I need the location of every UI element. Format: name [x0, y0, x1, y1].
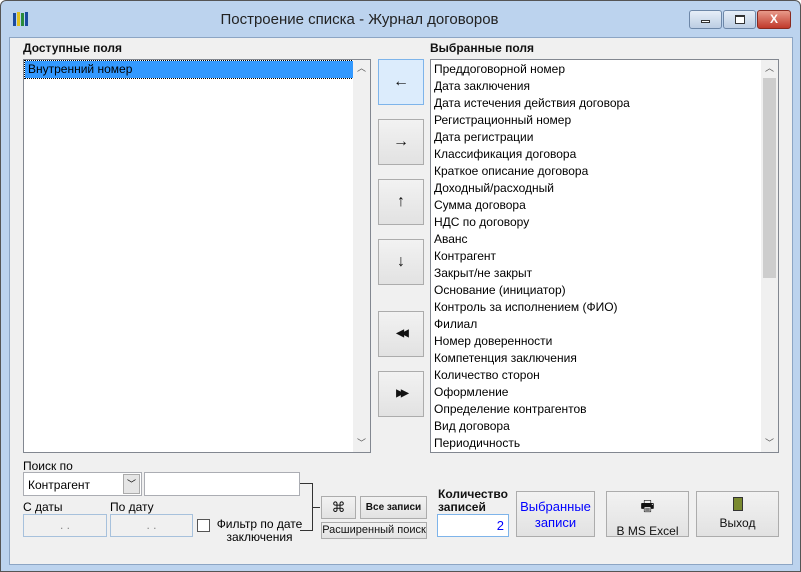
window-title: Построение списка - Журнал договоров	[220, 11, 499, 28]
minimize-button[interactable]	[689, 10, 722, 29]
to-date-label: По дату	[110, 500, 154, 514]
exit-button[interactable]: Выход	[696, 491, 779, 537]
list-item[interactable]: Контроль за исполнением (ФИО)	[431, 299, 778, 316]
search-by-label: Поиск по	[23, 459, 73, 473]
list-item[interactable]: Дата заключения	[431, 78, 778, 95]
list-item[interactable]: Сумма договора	[431, 197, 778, 214]
from-date-label: С даты	[23, 500, 63, 514]
move-down-button[interactable]: ↓	[378, 239, 424, 285]
list-item[interactable]: Дата истечения действия договора	[431, 95, 778, 112]
list-item[interactable]: Номер доверенности	[431, 333, 778, 350]
binoculars-icon: ⌘	[331, 499, 346, 515]
printer-icon: 🖶	[640, 498, 655, 515]
record-count-label: Количество записей	[438, 487, 508, 514]
bracket-line	[300, 483, 313, 531]
list-item[interactable]: Классификация договора	[431, 146, 778, 163]
move-left-button[interactable]: ←	[378, 59, 424, 105]
bracket-line	[313, 507, 320, 508]
list-item[interactable]: Основание (инициатор)	[431, 282, 778, 299]
advanced-search-button[interactable]: Расширенный поиск	[321, 522, 427, 539]
search-input[interactable]	[144, 472, 300, 496]
selected-fields-label: Выбранные поля	[430, 41, 534, 55]
scroll-thumb[interactable]	[763, 78, 776, 278]
list-item[interactable]: Периодичность	[431, 435, 778, 452]
list-item[interactable]: Определение контрагентов	[431, 401, 778, 418]
exit-label: Выход	[719, 516, 756, 530]
search-field-select[interactable]: Контрагент ﹀	[23, 472, 142, 496]
list-item[interactable]: Закрыт/не закрыт	[431, 265, 778, 282]
selected-fields-list[interactable]: Преддоговорной номер Дата заключения Дата …	[430, 59, 779, 453]
window: Построение списка - Журнал договоров X Д…	[0, 0, 801, 572]
list-item[interactable]: Оформление	[431, 384, 778, 401]
all-records-button[interactable]: Все записи	[360, 496, 427, 519]
search-field-value: Контрагент	[28, 478, 91, 492]
close-button[interactable]: X	[757, 10, 791, 29]
list-item[interactable]: Филиал	[431, 316, 778, 333]
scroll-up-icon[interactable]: ︿	[761, 60, 778, 77]
from-date-input[interactable]: . .	[23, 514, 107, 537]
scroll-down-icon[interactable]: ﹀	[353, 435, 370, 452]
maximize-button[interactable]	[723, 10, 756, 29]
scrollbar[interactable]: ︿ ﹀	[761, 60, 778, 452]
chevron-down-icon[interactable]: ﹀	[123, 474, 140, 494]
list-item[interactable]: Доходный/расходный	[431, 180, 778, 197]
list-item[interactable]: Компетенция заключения	[431, 350, 778, 367]
list-item[interactable]: НДС по договору	[431, 214, 778, 231]
list-item[interactable]: Дата регистрации	[431, 129, 778, 146]
search-button[interactable]: ⌘	[321, 496, 356, 519]
excel-button[interactable]: 🖶 В MS Excel	[606, 491, 689, 538]
scroll-down-icon[interactable]: ﹀	[761, 435, 778, 452]
excel-label: В MS Excel	[616, 524, 679, 538]
date-filter-label: Фильтр по дате заключения	[216, 517, 303, 544]
move-all-right-button[interactable]: ▶▶	[378, 371, 424, 417]
scrollbar[interactable]: ︿ ﹀	[353, 60, 370, 452]
list-item[interactable]: Краткое описание договора	[431, 163, 778, 180]
list-item[interactable]: Количество сторон	[431, 367, 778, 384]
to-date-input[interactable]: . .	[110, 514, 193, 537]
list-item[interactable]: Аванс	[431, 231, 778, 248]
list-item[interactable]: Преддоговорной номер	[431, 61, 778, 78]
list-item[interactable]: Регистрационный номер	[431, 112, 778, 129]
move-all-left-button[interactable]: ◀◀	[378, 311, 424, 357]
list-item[interactable]: Контрагент	[431, 248, 778, 265]
selected-records-button[interactable]: Выбранные записи	[516, 491, 595, 537]
move-up-button[interactable]: ↑	[378, 179, 424, 225]
scroll-up-icon[interactable]: ︿	[353, 60, 370, 77]
record-count-value: 2	[437, 514, 509, 537]
available-fields-list[interactable]: Внутренний номер ︿ ﹀	[23, 59, 371, 453]
available-fields-label: Доступные поля	[23, 41, 123, 55]
date-filter-checkbox[interactable]	[197, 519, 210, 532]
exit-door-icon	[732, 497, 743, 511]
list-item[interactable]: Вид договора	[431, 418, 778, 435]
list-item[interactable]: Внутренний номер	[24, 60, 354, 79]
move-right-button[interactable]: →	[378, 119, 424, 165]
